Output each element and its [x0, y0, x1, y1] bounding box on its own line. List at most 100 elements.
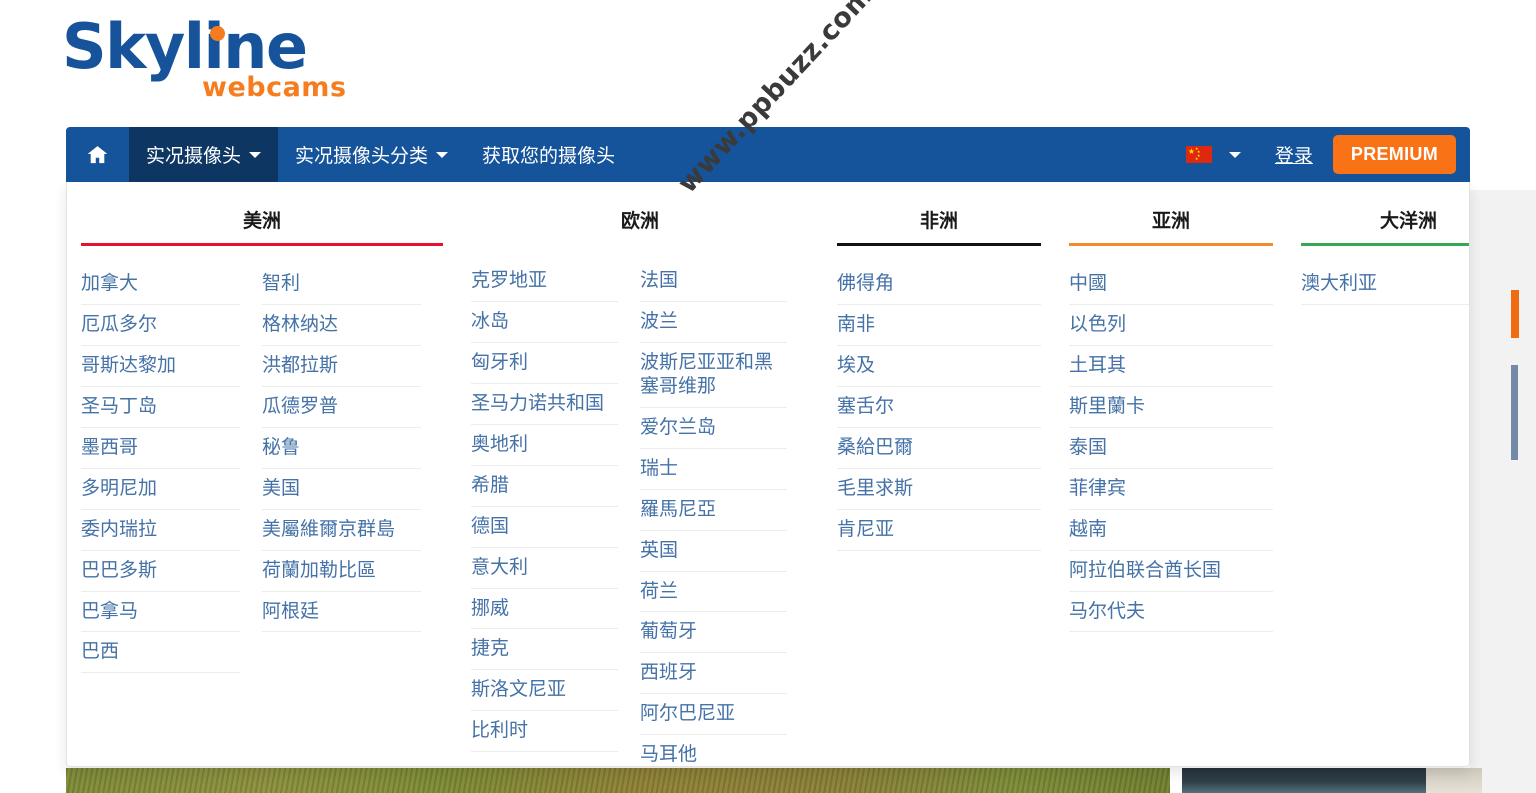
- country-link[interactable]: 墨西哥: [81, 428, 240, 469]
- country-link[interactable]: 阿尔巴尼亚: [640, 694, 787, 736]
- country-link[interactable]: 瓜德罗普: [262, 387, 421, 428]
- country-link[interactable]: 加拿大: [81, 264, 240, 305]
- region-title: 美洲: [242, 211, 281, 232]
- country-link[interactable]: 斯洛文尼亚: [471, 670, 618, 712]
- country-column: 佛得角 南非 埃及 塞舌尔 桑給巴爾 毛里求斯 肯尼亚: [837, 264, 1041, 551]
- background-webcam-thumbnail-left[interactable]: [66, 768, 1170, 793]
- logo-wordmark: Skyline: [62, 10, 308, 83]
- country-link[interactable]: 荷蘭加勒比區: [262, 551, 421, 592]
- country-link[interactable]: 斯里蘭卡: [1069, 387, 1273, 428]
- country-link[interactable]: 洪都拉斯: [262, 346, 421, 387]
- country-link[interactable]: 法国: [640, 261, 787, 302]
- cn-flag-icon: ★ ★ ★ ★ ★: [1185, 146, 1212, 163]
- nav-item-live-webcams[interactable]: 实况摄像头: [129, 127, 279, 182]
- country-link[interactable]: 南非: [837, 305, 1041, 346]
- country-link[interactable]: 桑給巴爾: [837, 428, 1041, 469]
- region-columns: 中國 以色列 土耳其 斯里蘭卡 泰国 菲律宾 越南 阿拉伯联合酋长国 马尔代夫: [1069, 246, 1273, 633]
- country-link[interactable]: 波斯尼亚亚和黑塞哥维那: [640, 343, 787, 408]
- country-link[interactable]: 厄瓜多尔: [81, 305, 240, 346]
- premium-button[interactable]: PREMIUM: [1332, 135, 1456, 174]
- country-link[interactable]: 智利: [262, 264, 421, 305]
- country-link[interactable]: 阿拉伯联合酋长国: [1069, 551, 1273, 592]
- country-link[interactable]: 捷克: [471, 629, 618, 671]
- language-selector[interactable]: ★ ★ ★ ★ ★: [1172, 146, 1255, 163]
- country-link[interactable]: 中國: [1069, 264, 1273, 305]
- country-link[interactable]: 委内瑞拉: [81, 510, 240, 551]
- country-link[interactable]: 巴拿马: [81, 592, 240, 633]
- country-link[interactable]: 奥地利: [471, 425, 618, 466]
- country-link[interactable]: 佛得角: [837, 264, 1041, 305]
- country-link[interactable]: 美屬維爾京群島: [262, 510, 421, 551]
- country-link[interactable]: 菲律宾: [1069, 469, 1273, 510]
- nav-item-webcam-categories[interactable]: 实况摄像头分类: [278, 127, 465, 182]
- country-link[interactable]: 美国: [262, 469, 421, 510]
- country-link[interactable]: 希腊: [471, 466, 618, 507]
- country-link[interactable]: 德国: [471, 507, 618, 548]
- region-title: 亚洲: [1151, 211, 1190, 232]
- country-link[interactable]: 爱尔兰岛: [640, 408, 787, 449]
- country-link[interactable]: 巴西: [81, 632, 240, 674]
- country-link[interactable]: 波兰: [640, 302, 787, 343]
- country-link[interactable]: 以色列: [1069, 305, 1273, 346]
- country-link[interactable]: 羅馬尼亞: [640, 490, 787, 531]
- chevron-down-icon: [249, 151, 262, 158]
- country-link[interactable]: 土耳其: [1069, 346, 1273, 387]
- country-column: 加拿大 厄瓜多尔 哥斯达黎加 圣马丁岛 墨西哥 多明尼加 委内瑞拉 巴巴多斯 巴…: [81, 264, 240, 674]
- country-column: 智利 格林纳达 洪都拉斯 瓜德罗普 秘鲁 美国 美屬維爾京群島 荷蘭加勒比區 阿…: [262, 264, 421, 673]
- nav-home-button[interactable]: [66, 127, 129, 182]
- logo-subtitle: webcams: [202, 72, 347, 103]
- page-background-gutter: [1470, 190, 1536, 793]
- country-link[interactable]: 格林纳达: [262, 305, 421, 346]
- site-logo[interactable]: Skyline webcams: [62, 8, 362, 104]
- country-link[interactable]: 圣马丁岛: [81, 387, 240, 428]
- background-webcam-thumbnail-right[interactable]: [1182, 768, 1482, 793]
- navbar-right-group: ★ ★ ★ ★ ★ 登录 PREMIUM: [1172, 127, 1470, 182]
- nav-item-get-your-webcam[interactable]: 获取您的摄像头: [465, 127, 632, 182]
- country-link[interactable]: 冰岛: [471, 302, 618, 343]
- country-link[interactable]: 秘鲁: [262, 428, 421, 469]
- country-link[interactable]: 圣马力诺共和国: [471, 384, 618, 425]
- country-link[interactable]: 塞舌尔: [837, 387, 1041, 428]
- country-column: 澳大利亚: [1301, 264, 1469, 305]
- country-link[interactable]: 葡萄牙: [640, 612, 787, 654]
- country-link[interactable]: 巴巴多斯: [81, 551, 240, 592]
- country-link[interactable]: 多明尼加: [81, 469, 240, 510]
- nav-item-label: 获取您的摄像头: [482, 146, 616, 167]
- country-link[interactable]: 荷兰: [640, 572, 787, 613]
- country-link[interactable]: 意大利: [471, 548, 618, 589]
- nav-item-label: 实况摄像头分类: [295, 146, 429, 167]
- region-title: 欧洲: [620, 211, 659, 232]
- webcams-mega-dropdown: 美洲 加拿大 厄瓜多尔 哥斯达黎加 圣马丁岛 墨西哥 多明尼加 委内瑞拉 巴巴多…: [66, 182, 1470, 767]
- region-oceania: 大洋洲 澳大利亚: [1287, 200, 1469, 766]
- chevron-down-icon: [436, 151, 449, 158]
- region-europe: 欧洲 克罗地亚 冰岛 匈牙利 圣马力诺共和国 奥地利 希腊 德国 意大利 挪威 …: [457, 200, 823, 766]
- region-africa: 非洲 佛得角 南非 埃及 塞舌尔 桑給巴爾 毛里求斯 肯尼亚: [823, 200, 1055, 766]
- country-link[interactable]: 阿根廷: [262, 592, 421, 633]
- login-link[interactable]: 登录: [1259, 141, 1329, 168]
- region-americas: 美洲 加拿大 厄瓜多尔 哥斯达黎加 圣马丁岛 墨西哥 多明尼加 委内瑞拉 巴巴多…: [67, 200, 457, 766]
- country-link[interactable]: 澳大利亚: [1301, 264, 1469, 305]
- country-link[interactable]: 哥斯达黎加: [81, 346, 240, 387]
- country-link[interactable]: 匈牙利: [471, 343, 618, 384]
- country-link[interactable]: 埃及: [837, 346, 1041, 387]
- country-link[interactable]: 比利时: [471, 711, 618, 753]
- background-blue-accent: [1511, 365, 1518, 460]
- country-link[interactable]: 挪威: [471, 589, 618, 630]
- region-title: 大洋洲: [1379, 211, 1437, 232]
- country-link[interactable]: 越南: [1069, 510, 1273, 551]
- country-link[interactable]: 肯尼亚: [837, 510, 1041, 551]
- main-navbar: 实况摄像头 实况摄像头分类 获取您的摄像头 ★ ★ ★ ★ ★ 登录 PREMIUM: [66, 127, 1470, 182]
- country-column: 中國 以色列 土耳其 斯里蘭卡 泰国 菲律宾 越南 阿拉伯联合酋长国 马尔代夫: [1069, 264, 1273, 633]
- country-link[interactable]: 克罗地亚: [471, 261, 618, 302]
- country-link[interactable]: 毛里求斯: [837, 469, 1041, 510]
- background-orange-accent: [1511, 290, 1519, 338]
- country-link[interactable]: 英国: [640, 531, 787, 572]
- page-root: Skyline webcams 实况摄像头 实况摄像头分类 获取您的摄像头 ★ …: [0, 0, 1536, 793]
- region-columns: 加拿大 厄瓜多尔 哥斯达黎加 圣马丁岛 墨西哥 多明尼加 委内瑞拉 巴巴多斯 巴…: [81, 246, 443, 674]
- country-link[interactable]: 西班牙: [640, 653, 787, 695]
- country-column: 克罗地亚 冰岛 匈牙利 圣马力诺共和国 奥地利 希腊 德国 意大利 挪威 捷克 …: [471, 261, 618, 766]
- country-link[interactable]: 瑞士: [640, 449, 787, 490]
- country-link[interactable]: 马尔代夫: [1069, 592, 1273, 633]
- country-link[interactable]: 泰国: [1069, 428, 1273, 469]
- country-link[interactable]: 马耳他: [640, 735, 787, 766]
